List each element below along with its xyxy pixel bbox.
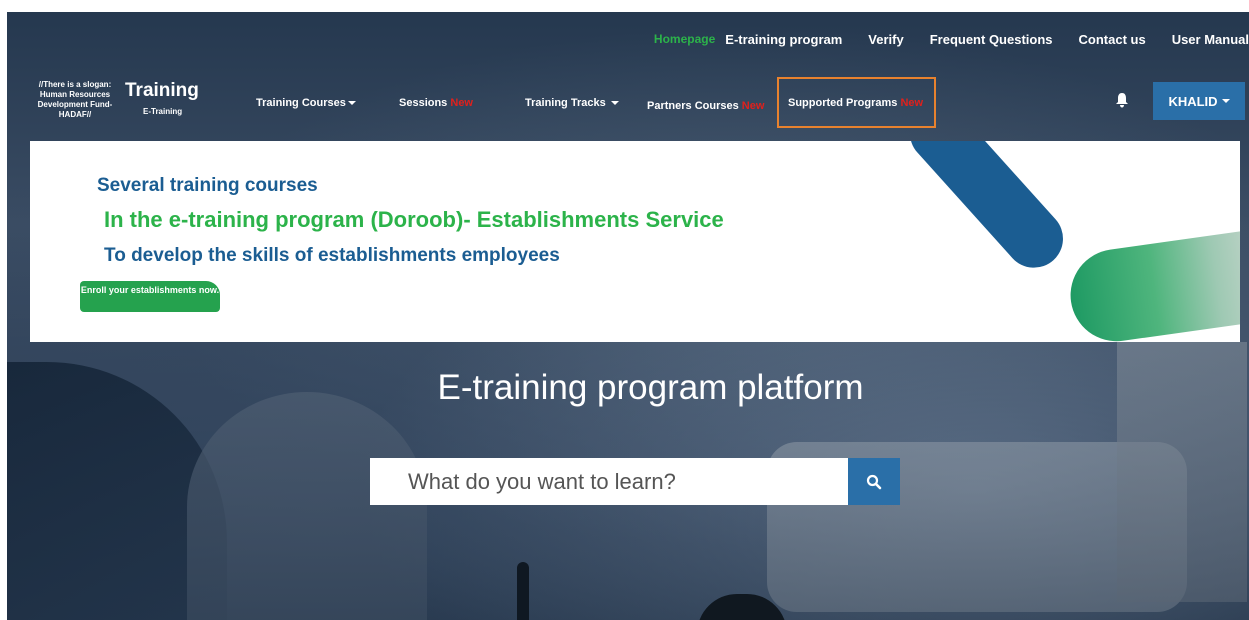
page-title: E-training program platform bbox=[437, 368, 864, 407]
caret-down-icon bbox=[610, 101, 619, 106]
banner-line-2: In the e-training program (Doroob)- Esta… bbox=[104, 207, 724, 232]
nav-frequent-questions[interactable]: Frequent Questions bbox=[930, 32, 1053, 50]
logo-slogan: //There is a slogan: Human Resources Dev… bbox=[37, 80, 113, 119]
banner-line-1: Several training courses bbox=[97, 175, 318, 196]
nav-partners-courses-label: Partners Courses bbox=[647, 100, 739, 112]
nav-training-tracks[interactable]: Training Tracks bbox=[525, 97, 619, 109]
nav-homepage[interactable]: Homepage bbox=[654, 32, 715, 50]
logo-subtitle: E-Training bbox=[143, 107, 183, 116]
nav-training-courses[interactable]: Training Courses bbox=[256, 97, 356, 109]
nav-verify[interactable]: Verify bbox=[868, 32, 903, 50]
supported-programs-highlight bbox=[777, 77, 936, 128]
nav-sessions-label: Sessions bbox=[399, 97, 448, 109]
search-icon bbox=[866, 474, 882, 489]
new-badge: New bbox=[741, 100, 765, 112]
nav-training-tracks-label: Training Tracks bbox=[525, 97, 606, 109]
bell-icon[interactable] bbox=[1115, 92, 1129, 108]
user-name: KHALID bbox=[1168, 93, 1218, 109]
background-shape bbox=[517, 562, 529, 620]
nav-partners-courses[interactable]: Partners Courses New bbox=[647, 100, 764, 112]
banner-decoration bbox=[1064, 226, 1240, 342]
background-shape bbox=[187, 392, 427, 620]
user-menu-button[interactable]: KHALID bbox=[1153, 82, 1245, 120]
banner-line-3: To develop the skills of establishments … bbox=[104, 245, 560, 266]
caret-down-icon bbox=[347, 101, 356, 106]
caret-down-icon bbox=[1221, 99, 1230, 103]
promo-banner[interactable]: Several training courses In the e-traini… bbox=[30, 141, 1240, 342]
nav-user-manual[interactable]: User Manual bbox=[1172, 32, 1249, 50]
nav-sessions[interactable]: Sessions New bbox=[399, 97, 473, 109]
enroll-button[interactable]: Enroll your establishments now. bbox=[80, 281, 220, 312]
logo-title[interactable]: Training bbox=[125, 80, 199, 102]
top-utility-nav: Homepage E-training program Verify Frequ… bbox=[628, 32, 1249, 50]
nav-e-training-program[interactable]: E-training program bbox=[725, 32, 842, 50]
nav-training-courses-label: Training Courses bbox=[256, 97, 346, 109]
search-button[interactable] bbox=[848, 458, 900, 505]
search-input[interactable] bbox=[370, 458, 848, 505]
nav-contact-us[interactable]: Contact us bbox=[1079, 32, 1146, 50]
new-badge: New bbox=[450, 97, 473, 109]
banner-decoration bbox=[898, 141, 1075, 280]
